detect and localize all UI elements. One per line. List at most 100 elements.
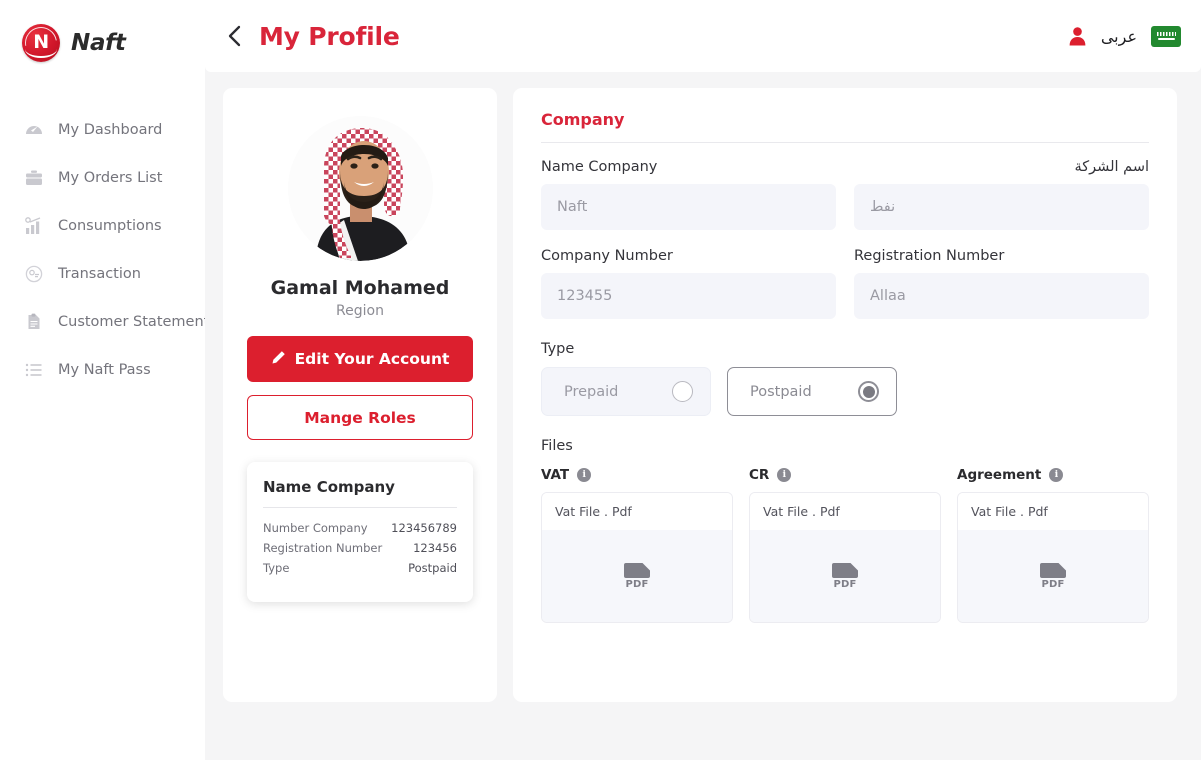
divider [541, 142, 1149, 143]
type-options: Prepaid Postpaid [541, 367, 1149, 416]
page-title: My Profile [259, 21, 400, 51]
summary-row-value: Postpaid [408, 561, 457, 575]
file-title: CR [749, 467, 770, 483]
app-root: N Naft My Dashboard My Orders List Consump… [0, 0, 1201, 760]
topbar-left: My Profile [223, 22, 400, 51]
sidebar-item-label: My Naft Pass [58, 362, 151, 378]
type-label: Type [541, 341, 575, 357]
radio-button[interactable] [672, 381, 693, 402]
company-summary-card: Name Company Number Company 123456789 Regi… [247, 462, 473, 602]
avatar [287, 116, 433, 261]
file-title: Agreement [957, 467, 1042, 483]
field-label: Company Number [541, 248, 673, 264]
type-option-postpaid[interactable]: Postpaid [727, 367, 897, 416]
file-name: Vat File . Pdf [750, 493, 940, 530]
edit-account-button[interactable]: Edit Your Account [247, 336, 473, 382]
file-head: VAT i [541, 467, 733, 483]
topbar: My Profile عربى [205, 0, 1201, 72]
file-title: VAT [541, 467, 570, 483]
profile-card: Gamal Mohamed Region Edit Your Account M… [223, 88, 497, 702]
sidebar-item-label: My Orders List [58, 170, 163, 186]
topbar-right: عربى [1068, 25, 1181, 47]
profile-name: Gamal Mohamed [270, 277, 450, 299]
document-icon [24, 312, 44, 332]
sidebar-item-label: Transaction [58, 266, 141, 282]
section-title-company: Company [541, 110, 625, 129]
edit-account-label: Edit Your Account [294, 350, 450, 368]
type-option-prepaid[interactable]: Prepaid [541, 367, 711, 416]
pdf-icon: PDF [1040, 562, 1066, 590]
field-registration-number: Registration Number Allaa [854, 248, 1149, 319]
file-preview[interactable]: PDF [958, 530, 1148, 622]
field-label: Name Company [541, 159, 658, 175]
field-اسم-الشركة: اسم الشركة نفط [854, 159, 1149, 230]
pdf-label: PDF [1041, 578, 1065, 590]
field-input[interactable]: 123455 [541, 273, 836, 319]
user-icon[interactable] [1068, 26, 1087, 46]
dashboard-icon [24, 120, 44, 140]
file-card[interactable]: Vat File . Pdf PDF [957, 492, 1149, 623]
file-name: Vat File . Pdf [542, 493, 732, 530]
language-toggle[interactable]: عربى [1101, 27, 1137, 46]
pdf-icon: PDF [832, 562, 858, 590]
sidebar-item-transaction[interactable]: Transaction [0, 250, 205, 298]
file-head: Agreement i [957, 467, 1149, 483]
transaction-icon [24, 264, 44, 284]
briefcase-icon [24, 168, 44, 188]
content-area: Gamal Mohamed Region Edit Your Account M… [205, 72, 1201, 760]
info-icon[interactable]: i [1049, 468, 1064, 482]
file-column-agreement: Agreement i Vat File . Pdf PDF [957, 467, 1149, 623]
field-input[interactable]: Naft [541, 184, 836, 230]
file-column-cr: CR i Vat File . Pdf PDF [749, 467, 941, 623]
sidebar-item-label: Consumptions [58, 218, 162, 234]
naft-logo-icon: N [18, 20, 64, 66]
company-summary-rows: Number Company 123456789 Registration Numb… [263, 518, 457, 578]
sidebar-item-my-dashboard[interactable]: My Dashboard [0, 106, 205, 154]
brand-logo[interactable]: N Naft [0, 20, 205, 66]
manage-roles-button[interactable]: Mange Roles [247, 395, 473, 440]
sidebar: N Naft My Dashboard My Orders List Consump… [0, 0, 209, 760]
logo-letter: N [33, 30, 49, 53]
pencil-icon [271, 350, 286, 369]
sidebar-item-my-orders-list[interactable]: My Orders List [0, 154, 205, 202]
summary-row-value: 123456 [413, 541, 457, 555]
info-icon[interactable]: i [577, 468, 592, 482]
file-preview[interactable]: PDF [542, 530, 732, 622]
manage-roles-label: Mange Roles [304, 408, 416, 427]
brand-name: Naft [71, 30, 126, 56]
sidebar-item-my-naft-pass[interactable]: My Naft Pass [0, 346, 205, 394]
files-row: VAT i Vat File . Pdf PDF CR i Vat File . Pdf PD… [541, 467, 1149, 623]
sidebar-item-label: Customer Statement [58, 314, 210, 330]
summary-row-value: 123456789 [391, 521, 457, 535]
profile-region: Region [336, 303, 384, 319]
sidebar-item-consumptions[interactable]: Consumptions [0, 202, 205, 250]
file-card[interactable]: Vat File . Pdf PDF [749, 492, 941, 623]
file-preview[interactable]: PDF [750, 530, 940, 622]
pdf-icon: PDF [624, 562, 650, 590]
file-card[interactable]: Vat File . Pdf PDF [541, 492, 733, 623]
sidebar-nav: My Dashboard My Orders List Consumptions Tr… [0, 106, 209, 394]
pdf-label: PDF [625, 578, 649, 590]
field-input[interactable]: نفط [854, 184, 1149, 230]
summary-row-key: Number Company [263, 521, 368, 535]
list-icon [24, 360, 44, 380]
type-option-label: Prepaid [564, 383, 619, 400]
company-fields-grid: Name Company Naft اسم الشركة نفط Company Num… [541, 159, 1149, 337]
chevron-left-icon[interactable] [223, 23, 245, 49]
type-option-label: Postpaid [750, 383, 812, 400]
field-input[interactable]: Allaa [854, 273, 1149, 319]
file-column-vat: VAT i Vat File . Pdf PDF [541, 467, 733, 623]
bar-chart-icon [24, 216, 44, 236]
main-area: My Profile عربى Gamal Mohamed Region Edi… [205, 0, 1201, 760]
field-label: Registration Number [854, 248, 1005, 264]
sidebar-item-customer-statement[interactable]: Customer Statement [0, 298, 209, 346]
field-name-company: Name Company Naft [541, 159, 836, 230]
file-name: Vat File . Pdf [958, 493, 1148, 530]
sidebar-item-label: My Dashboard [58, 122, 163, 138]
company-summary-title: Name Company [263, 478, 395, 496]
field-company-number: Company Number 123455 [541, 248, 836, 319]
radio-button[interactable] [858, 381, 879, 402]
info-icon[interactable]: i [777, 468, 792, 482]
saudi-arabia-flag-icon[interactable] [1151, 25, 1181, 47]
summary-row: Number Company 123456789 [263, 518, 457, 538]
